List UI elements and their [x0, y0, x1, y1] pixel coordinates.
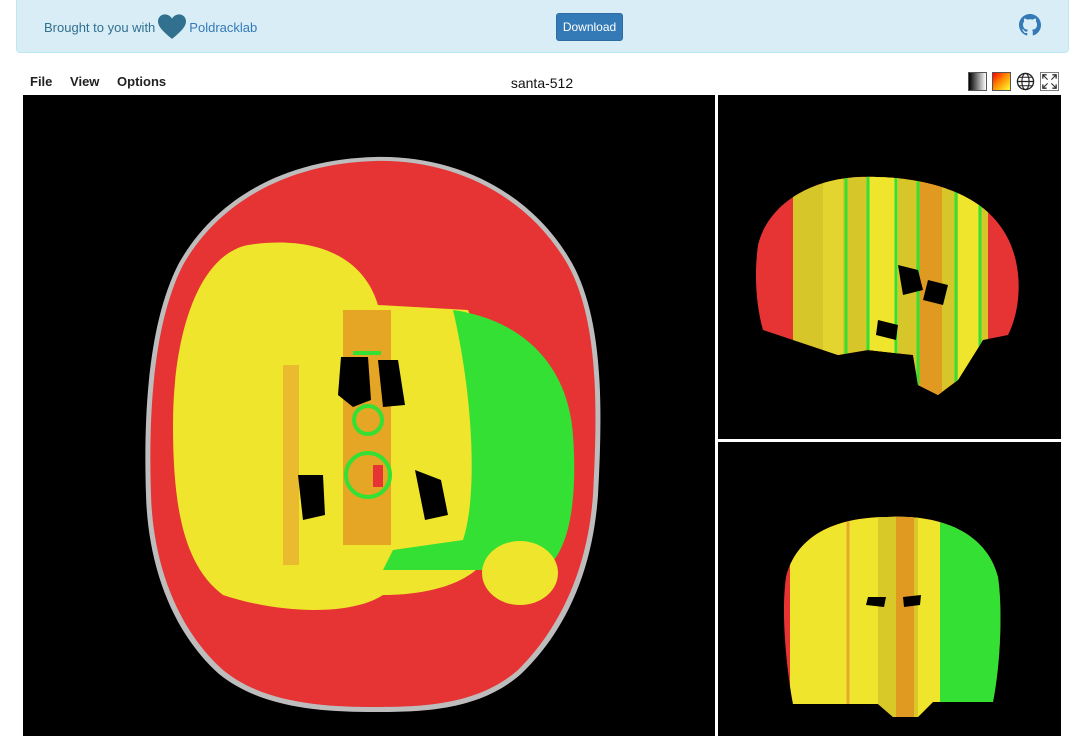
- download-button[interactable]: Download: [556, 13, 623, 41]
- coronal-view[interactable]: [718, 442, 1061, 736]
- grayscale-colormap-icon[interactable]: [968, 72, 987, 91]
- globe-icon[interactable]: [1016, 72, 1035, 91]
- axial-view[interactable]: [23, 95, 715, 736]
- sagittal-view[interactable]: [718, 95, 1061, 439]
- credit-prefix: Brought to you with: [44, 19, 156, 35]
- heart-icon: [158, 14, 187, 39]
- info-banner: Brought to you with Poldracklab Download: [16, 0, 1069, 53]
- viewer-toolbar: [968, 72, 1064, 91]
- hot-colormap-icon[interactable]: [992, 72, 1011, 91]
- poldracklab-link[interactable]: Poldracklab: [189, 20, 257, 35]
- credit-line: Brought to you with Poldracklab: [44, 14, 257, 40]
- viewer-title: santa-512: [510, 75, 574, 91]
- brain-viewer-canvas[interactable]: [23, 95, 1061, 736]
- github-icon[interactable]: [1019, 14, 1041, 36]
- fullscreen-icon[interactable]: [1040, 72, 1059, 91]
